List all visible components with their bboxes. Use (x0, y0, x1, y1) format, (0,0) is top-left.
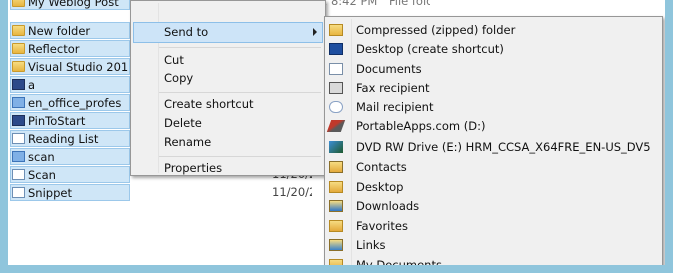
send-to-item-dvd-drive[interactable]: DVD RW Drive (E:) HRM_CCSA_X64FRE_EN-US_… (325, 138, 662, 157)
menu-item-label: Contacts (356, 160, 407, 174)
documents-icon (329, 63, 343, 75)
menu-item-label: PortableApps.com (D:) (356, 119, 486, 133)
menu-item-cut[interactable]: Cut (164, 50, 184, 70)
context-menu: Send to Cut Copy Create shortcut Delete … (130, 0, 326, 176)
file-name-cell: scan (10, 148, 130, 165)
my-documents-icon (329, 259, 343, 265)
send-to-item-my-documents[interactable]: My Documents (325, 256, 662, 265)
file-date: 11/20/2 (272, 185, 312, 199)
menu-item-label: Desktop (create shortcut) (356, 42, 504, 56)
send-to-item-documents[interactable]: Documents (325, 60, 662, 79)
menu-separator (159, 92, 321, 93)
desktop-icon (329, 43, 343, 55)
menu-item-label: Downloads (356, 199, 420, 213)
document-icon (12, 187, 25, 198)
menu-item-copy[interactable]: Copy (164, 68, 193, 88)
file-name: Visual Studio 201 (28, 59, 129, 74)
folder-icon (12, 43, 25, 54)
submenu-arrow-icon (313, 28, 317, 36)
menu-item-label: My Documents (356, 258, 442, 265)
menu-item-label: Mail recipient (356, 100, 434, 114)
menu-separator (159, 47, 321, 48)
menu-item-label: Compressed (zipped) folder (356, 23, 516, 37)
file-name-cell: New folder (10, 22, 130, 39)
contacts-icon (329, 161, 343, 173)
menu-item-label: Links (356, 238, 386, 252)
document-icon (12, 169, 25, 180)
mail-icon (329, 101, 343, 113)
image-icon (12, 151, 25, 162)
favorites-icon (329, 220, 343, 232)
file-name: New folder (28, 23, 91, 38)
send-to-item-desktop-shortcut[interactable]: Desktop (create shortcut) (325, 40, 662, 59)
file-name: en_office_profes (28, 95, 122, 110)
app-icon (12, 115, 25, 126)
menu-item-label: Fax recipient (356, 81, 430, 95)
folder-icon (12, 61, 25, 72)
menu-item-properties[interactable]: Properties (164, 158, 222, 178)
send-to-item-compressed-folder[interactable]: Compressed (zipped) folder (325, 21, 662, 40)
file-name-cell: Visual Studio 201 (10, 58, 130, 75)
app-icon (12, 79, 25, 90)
send-to-item-mail[interactable]: Mail recipient (325, 98, 662, 117)
send-to-item-fax[interactable]: Fax recipient (325, 79, 662, 98)
drive-icon (326, 120, 346, 132)
file-name: scan (28, 149, 55, 164)
document-icon (12, 133, 25, 144)
menu-item-label: Favorites (356, 219, 408, 233)
folder-icon (12, 25, 25, 36)
explorer-window: My Weblog Post 2 8:42 PM File folder New… (8, 0, 665, 265)
menu-item-send-to[interactable]: Send to (164, 22, 208, 42)
send-to-submenu: Compressed (zipped) folder Desktop (crea… (324, 16, 663, 265)
menu-item-label: Desktop (356, 180, 404, 194)
header-fragment: 2 8:42 PM File folder (320, 0, 430, 10)
menu-separator (159, 156, 321, 157)
menu-item-label: DVD RW Drive (E:) HRM_CCSA_X64FRE_EN-US_… (356, 140, 651, 154)
file-type: File folder (388, 0, 430, 8)
file-name-cell: Scan (10, 166, 130, 183)
menu-item-label: Documents (356, 62, 422, 76)
installer-icon (12, 97, 25, 108)
zip-folder-icon (329, 24, 343, 36)
file-name-cell: en_office_profes (10, 94, 130, 111)
file-name: Snippet (28, 185, 72, 200)
file-name-cell: Reflector (10, 40, 130, 57)
file-name: Scan (28, 167, 56, 182)
menu-item-rename[interactable]: Rename (164, 132, 211, 152)
file-name: My Weblog Post (28, 0, 119, 9)
file-name-cell: Snippet (10, 184, 130, 201)
send-to-item-portableapps-drive[interactable]: PortableApps.com (D:) (325, 117, 662, 136)
file-name-cell: PinToStart (10, 112, 130, 129)
file-name: PinToStart (28, 113, 86, 128)
dvd-drive-icon (329, 141, 343, 153)
menu-item-delete[interactable]: Delete (164, 113, 202, 133)
menu-highlight (133, 22, 323, 43)
file-name-cell: My Weblog Post (10, 0, 130, 10)
desktop-folder-icon (329, 181, 343, 193)
send-to-item-downloads[interactable]: Downloads (325, 197, 662, 216)
send-to-item-links[interactable]: Links (325, 236, 662, 255)
folder-icon (12, 0, 25, 7)
send-to-item-desktop[interactable]: Desktop (325, 178, 662, 197)
links-icon (329, 239, 343, 251)
file-name: Reading List (28, 131, 99, 146)
file-name-cell: Reading List (10, 130, 130, 147)
file-name: a (28, 77, 36, 92)
file-name-cell: a (10, 76, 130, 93)
file-name: Reflector (28, 41, 80, 56)
menu-item-create-shortcut[interactable]: Create shortcut (164, 94, 254, 114)
fax-icon (329, 82, 343, 94)
send-to-item-favorites[interactable]: Favorites (325, 217, 662, 236)
send-to-item-contacts[interactable]: Contacts (325, 158, 662, 177)
downloads-icon (329, 200, 343, 212)
file-date: 2 8:42 PM (320, 0, 378, 8)
